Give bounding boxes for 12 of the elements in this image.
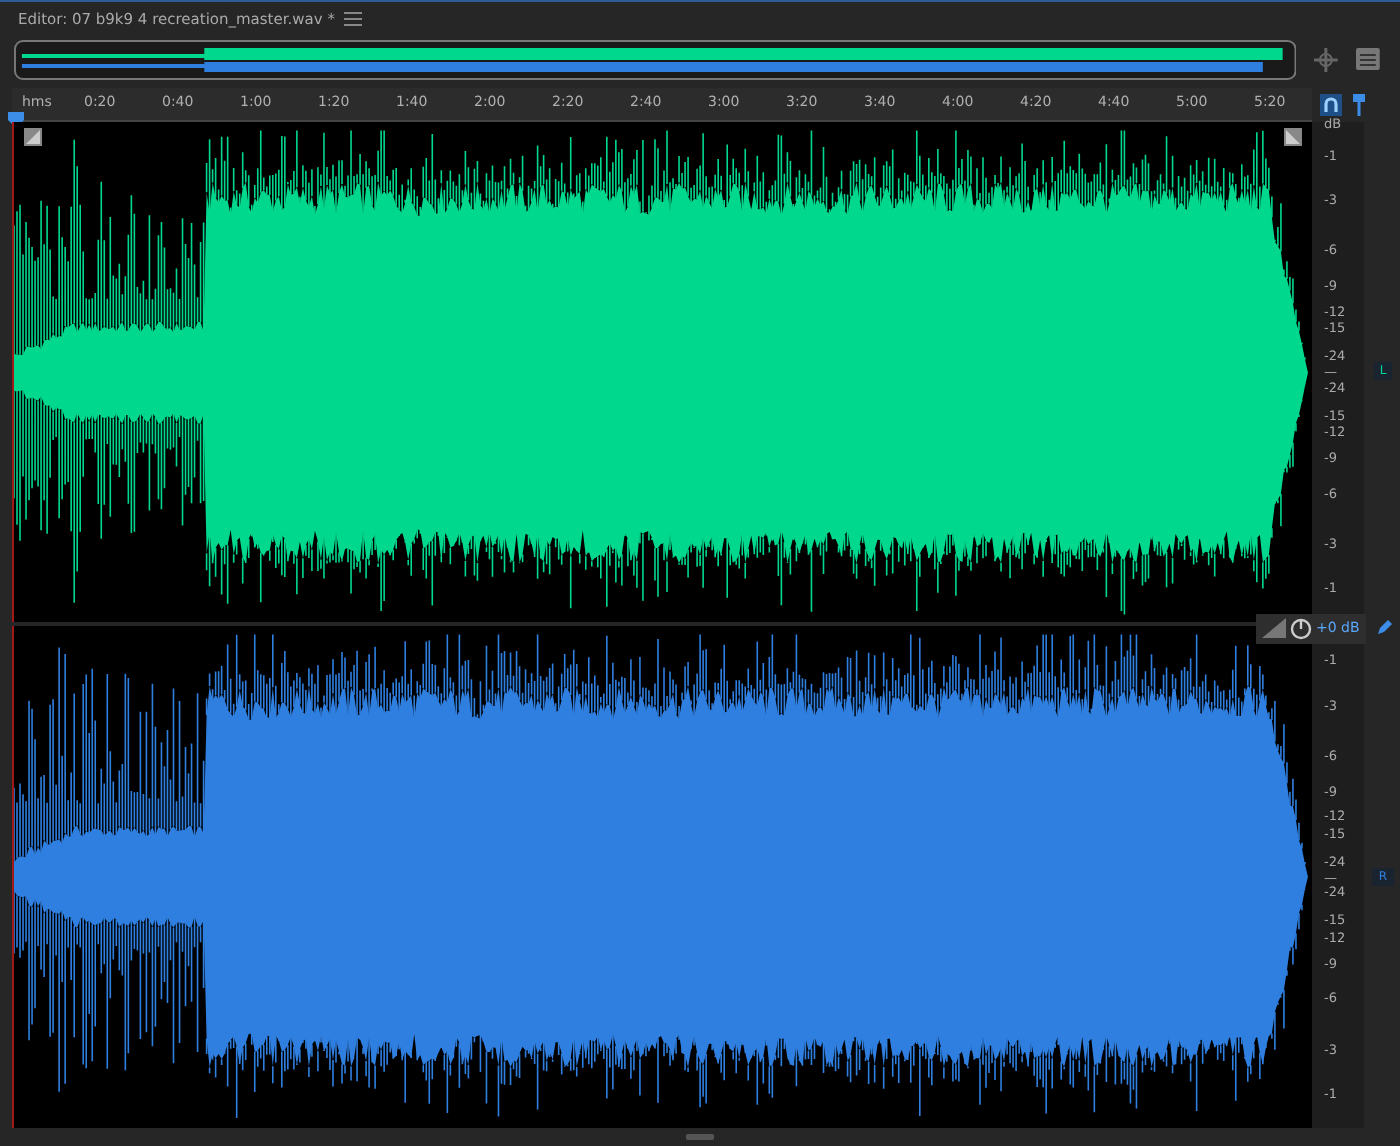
list-icon[interactable]: [1356, 48, 1380, 71]
overview-navigator[interactable]: [14, 39, 1297, 80]
scroll-handle[interactable]: [686, 1134, 714, 1141]
audio-waveform[interactable]: [12, 626, 1312, 1129]
pencil-icon[interactable]: [1376, 617, 1394, 636]
knob-icon[interactable]: [1290, 617, 1312, 640]
menu-icon[interactable]: [344, 11, 363, 26]
zoom-icon[interactable]: [1312, 45, 1341, 74]
pin-icon[interactable]: [1350, 93, 1368, 116]
audio-waveform[interactable]: [12, 121, 1312, 623]
volume-ramp-icon: [1262, 618, 1286, 639]
magnet-icon[interactable]: [1320, 93, 1342, 116]
